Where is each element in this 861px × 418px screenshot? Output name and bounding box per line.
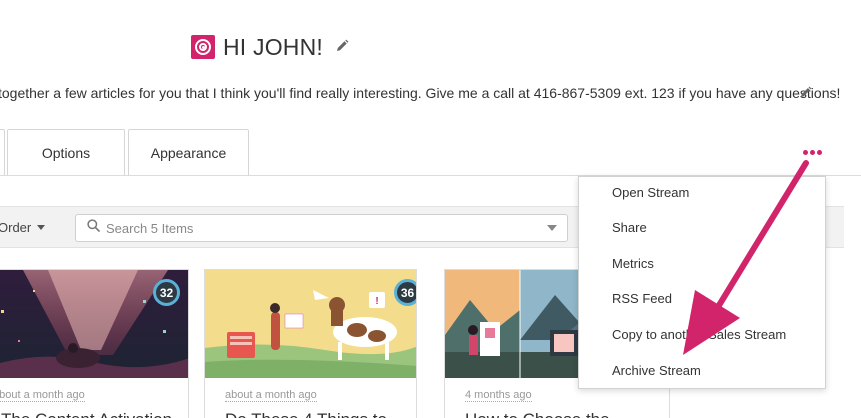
- score-badge: 32: [153, 279, 180, 306]
- page-title: HI JOHN!: [223, 33, 323, 60]
- stream-actions-menu: Open Stream Share Metrics RSS Feed Copy …: [578, 176, 826, 389]
- more-dots-icon[interactable]: [803, 150, 825, 158]
- search-box: [75, 214, 568, 242]
- card-date[interactable]: about a month ago: [225, 389, 317, 402]
- card-title[interactable]: The Content Activation: [1, 410, 172, 418]
- pencil-icon[interactable]: [335, 39, 349, 58]
- menu-item-metrics[interactable]: Metrics: [612, 256, 654, 271]
- menu-item-archive-stream[interactable]: Archive Stream: [612, 363, 701, 378]
- score-badge: 36: [394, 279, 416, 306]
- svg-text:!: !: [375, 296, 378, 307]
- search-icon: [87, 219, 100, 237]
- card-date[interactable]: 4 months ago: [465, 389, 532, 402]
- menu-item-open-stream[interactable]: Open Stream: [612, 185, 689, 200]
- personal-message-row: together a few articles for you that I t…: [0, 84, 861, 102]
- tab-options[interactable]: Options: [7, 129, 125, 176]
- card-date[interactable]: about a month ago: [0, 389, 85, 402]
- card-thumbnail: 32: [0, 270, 188, 378]
- order-label: Order: [0, 220, 32, 235]
- content-card[interactable]: ! 36 about a month ago Do These 4 Things…: [204, 269, 417, 418]
- menu-item-rss-feed[interactable]: RSS Feed: [612, 291, 672, 306]
- target-icon: [191, 35, 215, 59]
- tab-partial[interactable]: [0, 129, 5, 176]
- menu-item-share[interactable]: Share: [612, 220, 647, 235]
- search-input[interactable]: [106, 220, 526, 236]
- page-header: HI JOHN!: [191, 33, 349, 61]
- menu-item-copy-stream[interactable]: Copy to another Sales Stream: [612, 327, 786, 342]
- chevron-down-icon[interactable]: [547, 225, 557, 231]
- content-card[interactable]: 32 about a month ago The Content Activat…: [0, 269, 189, 418]
- card-title[interactable]: How to Choose the: [465, 410, 610, 418]
- pencil-icon[interactable]: [799, 86, 812, 104]
- card-title[interactable]: Do These 4 Things to: [225, 410, 387, 418]
- tab-appearance[interactable]: Appearance: [128, 129, 249, 176]
- card-thumbnail: ! 36: [205, 270, 416, 378]
- chevron-down-icon: [37, 225, 46, 230]
- order-dropdown[interactable]: Order: [0, 220, 46, 235]
- personal-message: together a few articles for you that I t…: [0, 85, 841, 101]
